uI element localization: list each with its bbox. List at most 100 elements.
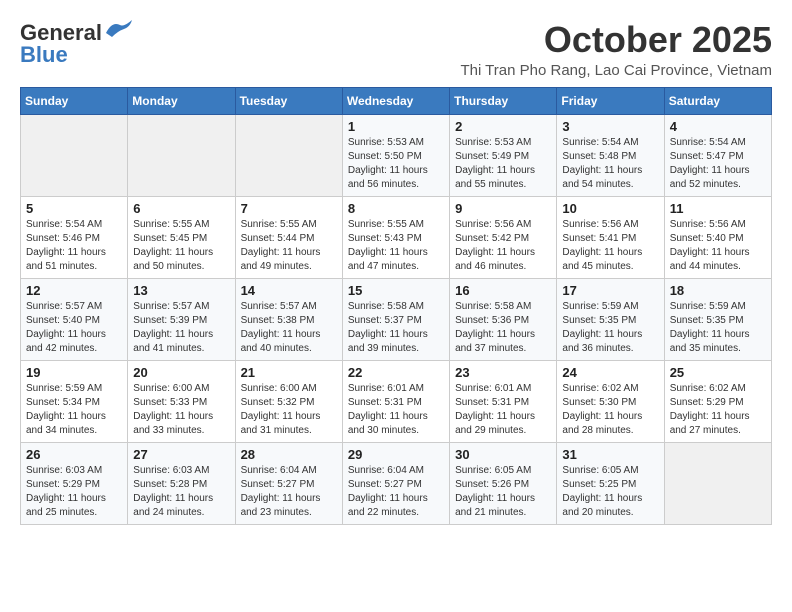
cell-info: Sunrise: 6:05 AMSunset: 5:25 PMDaylight:… bbox=[562, 464, 658, 520]
cell-info: Sunrise: 5:57 AMSunset: 5:40 PMDaylight:… bbox=[26, 300, 122, 356]
calendar-cell: 30 Sunrise: 6:05 AMSunset: 5:26 PMDayligh… bbox=[450, 442, 557, 524]
day-number: 14 bbox=[241, 283, 337, 298]
cell-info: Sunrise: 5:58 AMSunset: 5:37 PMDaylight:… bbox=[348, 300, 444, 356]
weekday-wednesday: Wednesday bbox=[342, 87, 449, 114]
cell-info: Sunrise: 6:00 AMSunset: 5:32 PMDaylight:… bbox=[241, 382, 337, 438]
calendar-week-0: 1 Sunrise: 5:53 AMSunset: 5:50 PMDaylight… bbox=[21, 114, 772, 196]
day-number: 23 bbox=[455, 365, 551, 380]
day-number: 17 bbox=[562, 283, 658, 298]
calendar-cell: 5 Sunrise: 5:54 AMSunset: 5:46 PMDaylight… bbox=[21, 196, 128, 278]
calendar-cell: 1 Sunrise: 5:53 AMSunset: 5:50 PMDaylight… bbox=[342, 114, 449, 196]
cell-info: Sunrise: 5:56 AMSunset: 5:40 PMDaylight:… bbox=[670, 218, 766, 274]
day-number: 13 bbox=[133, 283, 229, 298]
weekday-header-row: SundayMondayTuesdayWednesdayThursdayFrid… bbox=[21, 87, 772, 114]
calendar-week-3: 19Sunrise: 5:59 AMSunset: 5:34 PMDayligh… bbox=[21, 360, 772, 442]
calendar-cell: 15 Sunrise: 5:58 AMSunset: 5:37 PMDayligh… bbox=[342, 278, 449, 360]
month-year: October 2025 bbox=[460, 20, 772, 60]
cell-info: Sunrise: 6:04 AMSunset: 5:27 PMDaylight:… bbox=[348, 464, 444, 520]
cell-info: Sunrise: 5:54 AMSunset: 5:46 PMDaylight:… bbox=[26, 218, 122, 274]
calendar-cell: 6 Sunrise: 5:55 AMSunset: 5:45 PMDaylight… bbox=[128, 196, 235, 278]
day-number: 7 bbox=[241, 201, 337, 216]
page-header: General Blue October 2025 Thi Tran Pho R… bbox=[20, 20, 772, 79]
calendar-cell: 22 Sunrise: 6:01 AMSunset: 5:31 PMDayligh… bbox=[342, 360, 449, 442]
calendar-cell: 16 Sunrise: 5:58 AMSunset: 5:36 PMDayligh… bbox=[450, 278, 557, 360]
calendar-cell: 31Sunrise: 6:05 AMSunset: 5:25 PMDayligh… bbox=[557, 442, 664, 524]
cell-info: Sunrise: 5:55 AMSunset: 5:45 PMDaylight:… bbox=[133, 218, 229, 274]
calendar-cell: 24 Sunrise: 6:02 AMSunset: 5:30 PMDayligh… bbox=[557, 360, 664, 442]
weekday-thursday: Thursday bbox=[450, 87, 557, 114]
calendar-cell: 9Sunrise: 5:56 AMSunset: 5:42 PMDaylight… bbox=[450, 196, 557, 278]
cell-info: Sunrise: 5:56 AMSunset: 5:41 PMDaylight:… bbox=[562, 218, 658, 274]
day-number: 24 bbox=[562, 365, 658, 380]
logo-bird-icon bbox=[104, 19, 136, 39]
day-number: 30 bbox=[455, 447, 551, 462]
day-number: 25 bbox=[670, 365, 766, 380]
calendar-week-2: 12 Sunrise: 5:57 AMSunset: 5:40 PMDayligh… bbox=[21, 278, 772, 360]
calendar-cell: 19Sunrise: 5:59 AMSunset: 5:34 PMDayligh… bbox=[21, 360, 128, 442]
weekday-friday: Friday bbox=[557, 87, 664, 114]
cell-info: Sunrise: 6:04 AMSunset: 5:27 PMDaylight:… bbox=[241, 464, 337, 520]
day-number: 26 bbox=[26, 447, 122, 462]
calendar-week-1: 5 Sunrise: 5:54 AMSunset: 5:46 PMDaylight… bbox=[21, 196, 772, 278]
day-number: 4 bbox=[670, 119, 766, 134]
day-number: 5 bbox=[26, 201, 122, 216]
day-number: 27 bbox=[133, 447, 229, 462]
calendar-cell: 23Sunrise: 6:01 AMSunset: 5:31 PMDayligh… bbox=[450, 360, 557, 442]
cell-info: Sunrise: 5:56 AMSunset: 5:42 PMDaylight:… bbox=[455, 218, 551, 274]
logo: General Blue bbox=[20, 20, 136, 68]
calendar-cell: 18 Sunrise: 5:59 AMSunset: 5:35 PMDayligh… bbox=[664, 278, 771, 360]
calendar-week-4: 26Sunrise: 6:03 AMSunset: 5:29 PMDayligh… bbox=[21, 442, 772, 524]
day-number: 8 bbox=[348, 201, 444, 216]
cell-info: Sunrise: 6:00 AMSunset: 5:33 PMDaylight:… bbox=[133, 382, 229, 438]
calendar-table: SundayMondayTuesdayWednesdayThursdayFrid… bbox=[20, 87, 772, 525]
calendar-cell: 26Sunrise: 6:03 AMSunset: 5:29 PMDayligh… bbox=[21, 442, 128, 524]
cell-info: Sunrise: 5:59 AMSunset: 5:35 PMDaylight:… bbox=[670, 300, 766, 356]
day-number: 3 bbox=[562, 119, 658, 134]
day-number: 2 bbox=[455, 119, 551, 134]
cell-info: Sunrise: 5:58 AMSunset: 5:36 PMDaylight:… bbox=[455, 300, 551, 356]
calendar-cell bbox=[664, 442, 771, 524]
day-number: 15 bbox=[348, 283, 444, 298]
logo-blue: Blue bbox=[20, 42, 68, 68]
weekday-saturday: Saturday bbox=[664, 87, 771, 114]
day-number: 12 bbox=[26, 283, 122, 298]
calendar-cell: 8 Sunrise: 5:55 AMSunset: 5:43 PMDaylight… bbox=[342, 196, 449, 278]
day-number: 29 bbox=[348, 447, 444, 462]
day-number: 22 bbox=[348, 365, 444, 380]
cell-info: Sunrise: 5:54 AMSunset: 5:47 PMDaylight:… bbox=[670, 136, 766, 192]
calendar-cell: 14 Sunrise: 5:57 AMSunset: 5:38 PMDayligh… bbox=[235, 278, 342, 360]
calendar-cell bbox=[235, 114, 342, 196]
calendar-cell bbox=[21, 114, 128, 196]
cell-info: Sunrise: 5:55 AMSunset: 5:43 PMDaylight:… bbox=[348, 218, 444, 274]
calendar-cell: 10 Sunrise: 5:56 AMSunset: 5:41 PMDayligh… bbox=[557, 196, 664, 278]
cell-info: Sunrise: 6:02 AMSunset: 5:30 PMDaylight:… bbox=[562, 382, 658, 438]
cell-info: Sunrise: 6:05 AMSunset: 5:26 PMDaylight:… bbox=[455, 464, 551, 520]
cell-info: Sunrise: 5:54 AMSunset: 5:48 PMDaylight:… bbox=[562, 136, 658, 192]
calendar-cell: 2 Sunrise: 5:53 AMSunset: 5:49 PMDaylight… bbox=[450, 114, 557, 196]
calendar-cell: 7 Sunrise: 5:55 AMSunset: 5:44 PMDaylight… bbox=[235, 196, 342, 278]
day-number: 11 bbox=[670, 201, 766, 216]
calendar-cell: 12 Sunrise: 5:57 AMSunset: 5:40 PMDayligh… bbox=[21, 278, 128, 360]
weekday-monday: Monday bbox=[128, 87, 235, 114]
day-number: 28 bbox=[241, 447, 337, 462]
cell-info: Sunrise: 6:01 AMSunset: 5:31 PMDaylight:… bbox=[348, 382, 444, 438]
day-number: 16 bbox=[455, 283, 551, 298]
cell-info: Sunrise: 5:55 AMSunset: 5:44 PMDaylight:… bbox=[241, 218, 337, 274]
calendar-cell: 29 Sunrise: 6:04 AMSunset: 5:27 PMDayligh… bbox=[342, 442, 449, 524]
day-number: 6 bbox=[133, 201, 229, 216]
calendar-cell: 11 Sunrise: 5:56 AMSunset: 5:40 PMDayligh… bbox=[664, 196, 771, 278]
cell-info: Sunrise: 5:57 AMSunset: 5:38 PMDaylight:… bbox=[241, 300, 337, 356]
day-number: 10 bbox=[562, 201, 658, 216]
calendar-cell: 17Sunrise: 5:59 AMSunset: 5:35 PMDayligh… bbox=[557, 278, 664, 360]
cell-info: Sunrise: 5:53 AMSunset: 5:50 PMDaylight:… bbox=[348, 136, 444, 192]
day-number: 19 bbox=[26, 365, 122, 380]
day-number: 1 bbox=[348, 119, 444, 134]
calendar-cell: 25Sunrise: 6:02 AMSunset: 5:29 PMDayligh… bbox=[664, 360, 771, 442]
cell-info: Sunrise: 5:53 AMSunset: 5:49 PMDaylight:… bbox=[455, 136, 551, 192]
location: Thi Tran Pho Rang, Lao Cai Province, Vie… bbox=[460, 62, 772, 79]
day-number: 20 bbox=[133, 365, 229, 380]
calendar-cell: 21Sunrise: 6:00 AMSunset: 5:32 PMDayligh… bbox=[235, 360, 342, 442]
day-number: 18 bbox=[670, 283, 766, 298]
calendar-cell: 13Sunrise: 5:57 AMSunset: 5:39 PMDayligh… bbox=[128, 278, 235, 360]
calendar-cell: 20 Sunrise: 6:00 AMSunset: 5:33 PMDayligh… bbox=[128, 360, 235, 442]
